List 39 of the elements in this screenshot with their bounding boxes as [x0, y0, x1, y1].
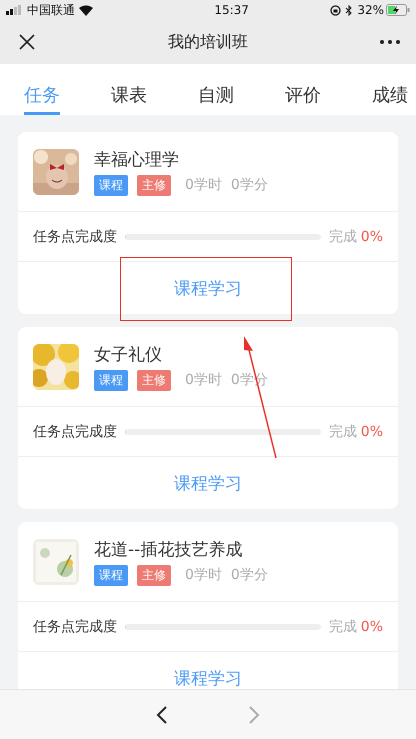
page-title: 我的培训班	[168, 32, 248, 52]
tab[interactable]: 成绩	[372, 64, 408, 115]
course-tag: 主修	[137, 370, 171, 390]
tab[interactable]: 课表	[111, 64, 147, 115]
progress-label: 任务点完成度	[33, 228, 117, 246]
course-title: 花道--插花技艺养成	[94, 538, 244, 560]
course-title: 幸福心理学	[94, 148, 180, 170]
course-credits: 0学分	[230, 176, 268, 194]
course-tag: 主修	[137, 564, 171, 586]
lock-rotation-icon	[330, 4, 342, 16]
course-hours: 0学时	[185, 371, 222, 389]
carrier-name: 中国联通	[27, 2, 75, 18]
progress-label: 任务点完成度	[33, 618, 117, 636]
bluetooth-icon	[345, 4, 354, 16]
course-tag: 课程	[94, 564, 128, 586]
course-hours: 0学时	[185, 176, 222, 194]
tab[interactable]: 评价	[285, 64, 321, 115]
close-button[interactable]	[18, 33, 36, 51]
wifi-icon	[79, 4, 93, 16]
course-hours: 0学时	[185, 566, 222, 584]
battery-percent: 32%	[357, 3, 384, 17]
course-credits: 0学分	[230, 566, 268, 584]
battery-icon	[386, 4, 410, 16]
course-title: 女子礼仪	[94, 344, 163, 366]
progress-percent: 0%	[360, 228, 383, 244]
done-label: 完成	[328, 618, 357, 636]
course-tag: 课程	[94, 174, 128, 196]
progress-percent: 0%	[360, 618, 383, 634]
course-tag: 课程	[94, 370, 128, 390]
more-button[interactable]	[380, 40, 400, 44]
signal-icon	[6, 5, 24, 15]
done-label: 完成	[328, 228, 357, 246]
tab[interactable]: 自测	[198, 64, 234, 115]
progress-label: 任务点完成度	[33, 422, 117, 440]
back-button[interactable]	[156, 704, 168, 724]
progress-percent: 0%	[360, 424, 383, 440]
clock-time: 15:37	[214, 3, 249, 17]
course-tag: 主修	[137, 174, 171, 196]
done-label: 完成	[328, 422, 357, 440]
